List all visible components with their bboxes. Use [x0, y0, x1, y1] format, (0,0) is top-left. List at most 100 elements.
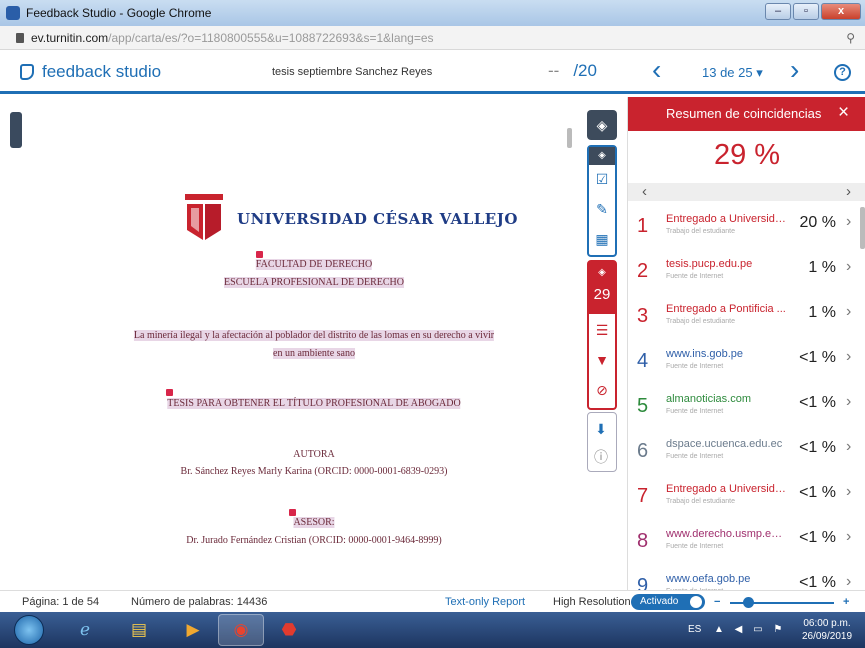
match-source-type: Fuente de Internet — [666, 408, 724, 415]
zoom-slider-handle[interactable] — [743, 597, 754, 608]
similarity-layer-button[interactable]: ◈ 29 — [589, 262, 615, 314]
magnifier-icon[interactable]: ⚲ — [846, 31, 855, 45]
minimize-button[interactable]: – — [765, 3, 791, 20]
window-controls: – ▫ x — [765, 3, 861, 20]
expand-match-chevron-icon[interactable]: › — [846, 348, 851, 366]
match-row[interactable]: 6 dspace.ucuenca.edu.ec Fuente de Internet… — [628, 432, 865, 477]
match-marker[interactable] — [289, 509, 296, 516]
advisor-label: ASESOR: — [293, 517, 335, 528]
author-line: Br. Sánchez Reyes Marly Karina (ORCID: 0… — [180, 466, 448, 477]
side-panel-handle[interactable] — [10, 112, 22, 148]
document-scrollbar[interactable] — [567, 128, 572, 148]
match-source[interactable]: almanoticias.com — [666, 393, 786, 405]
thesis-title-line1: La minería ilegal y la afectación al pob… — [133, 330, 495, 341]
match-marker[interactable] — [166, 389, 173, 396]
match-source[interactable]: www.oefa.gob.pe — [666, 573, 786, 585]
clock[interactable]: 06:00 p.m. 26/09/2019 — [796, 617, 858, 643]
match-percent: <1 % — [799, 439, 836, 456]
expand-match-chevron-icon[interactable]: › — [846, 303, 851, 321]
address-bar[interactable]: ev.turnitin.com /app/carta/es/?o=1180800… — [0, 26, 865, 50]
match-source[interactable]: Entregado a Universida... — [666, 213, 786, 225]
layers-icon: ◈ — [589, 147, 615, 165]
chrome-icon[interactable]: ◉ — [218, 614, 264, 646]
info-icon[interactable]: ⓘ — [588, 445, 614, 469]
maximize-button[interactable]: ▫ — [793, 3, 819, 20]
language-indicator[interactable]: ES — [688, 624, 701, 635]
media-player-icon[interactable]: ▶ — [170, 614, 216, 646]
match-source[interactable]: Entregado a Pontificia ... — [666, 303, 786, 315]
panel-header: Resumen de coincidencias × — [628, 97, 865, 131]
expand-match-chevron-icon[interactable]: › — [846, 483, 851, 501]
high-resolution-toggle[interactable]: Activado — [631, 594, 705, 610]
match-percent: <1 % — [799, 529, 836, 546]
all-sources-icon[interactable]: ☰ — [589, 318, 615, 342]
match-source[interactable]: Entregado a Universida... — [666, 483, 786, 495]
status-bar: Página: 1 de 54 Número de palabras: 1443… — [0, 590, 865, 612]
feedback-studio-logo: feedback studio — [20, 62, 161, 82]
close-panel-icon[interactable]: × — [838, 102, 849, 124]
pdf-reader-icon[interactable]: ⬣ — [266, 614, 312, 646]
tray-icons[interactable]: ▲ ◀ ▭ ⚑ — [714, 624, 786, 635]
file-explorer-icon[interactable]: ▤ — [116, 614, 162, 646]
match-source[interactable]: dspace.ucuenca.edu.ec — [666, 438, 786, 450]
next-match-chevron-icon[interactable]: › — [846, 183, 851, 200]
degree-line: TESIS PARA OBTENER EL TÍTULO PROFESIONAL… — [167, 398, 461, 409]
thesis-title-line2: en un ambiente sano — [273, 348, 355, 359]
previous-paper-chevron-icon[interactable]: ‹ — [652, 56, 661, 84]
zoom-in-icon[interactable]: + — [843, 596, 849, 608]
filter-icon[interactable]: ▼ — [589, 348, 615, 372]
match-number: 2 — [637, 260, 649, 282]
match-row[interactable]: 9www.oefa.gob.peFuente de Internet<1 %› — [628, 567, 865, 590]
panel-nav: ‹ › — [628, 183, 865, 201]
download-info-group: ⬇ ⓘ — [587, 412, 617, 472]
text-only-report-link[interactable]: Text-only Report — [445, 596, 525, 608]
paper-counter-dropdown[interactable]: 13 de 25 ▾ — [702, 65, 763, 81]
match-source-type: Fuente de Internet — [666, 273, 724, 280]
zoom-out-icon[interactable]: − — [714, 596, 720, 608]
match-row[interactable]: 3 Entregado a Pontificia ... Trabajo del e… — [628, 297, 865, 342]
url-host: ev.turnitin.com — [31, 30, 109, 45]
match-percent: <1 % — [799, 574, 836, 590]
previous-match-chevron-icon[interactable]: ‹ — [642, 183, 647, 200]
match-row[interactable]: 4 www.ins.gob.pe Fuente de Internet <1 % › — [628, 342, 865, 387]
expand-match-chevron-icon[interactable]: › — [846, 258, 851, 276]
layers-button[interactable]: ◈ — [587, 110, 617, 140]
degree-text: TESIS PARA OBTENER EL TÍTULO PROFESIONAL… — [167, 398, 461, 409]
match-percent: <1 % — [799, 349, 836, 366]
match-row[interactable]: 8 www.derecho.usmp.ed... Fuente de Interne… — [628, 522, 865, 567]
internet-explorer-icon[interactable]: ℯ — [62, 614, 108, 646]
grade-display[interactable]: -- /20 — [548, 61, 597, 81]
match-source[interactable]: www.derecho.usmp.ed... — [666, 528, 786, 540]
expand-match-chevron-icon[interactable]: › — [846, 393, 851, 411]
match-source-type: Fuente de Internet — [666, 363, 724, 370]
expand-match-chevron-icon[interactable]: › — [846, 573, 851, 590]
rubric-grid-icon[interactable]: ▦ — [589, 227, 615, 251]
match-marker[interactable] — [256, 251, 263, 258]
expand-match-chevron-icon[interactable]: › — [846, 213, 851, 231]
match-percent: <1 % — [799, 394, 836, 411]
grade-value[interactable]: -- — [548, 61, 559, 80]
university-logo — [185, 194, 223, 240]
match-row[interactable]: 2 tesis.pucp.edu.pe Fuente de Internet 1 % › — [628, 252, 865, 297]
next-paper-chevron-icon[interactable]: › — [790, 56, 799, 84]
match-row[interactable]: 1 Entregado a Universida... Trabajo del es… — [628, 207, 865, 252]
faculty-text: FACULTAD DE DERECHO — [255, 259, 373, 270]
university-name: UNIVERSIDAD CÉSAR VALLEJO — [237, 210, 518, 228]
match-row[interactable]: 5 almanoticias.com Fuente de Internet <1 % › — [628, 387, 865, 432]
document-viewer[interactable]: UNIVERSIDAD CÉSAR VALLEJO FACULTAD DE DE… — [0, 97, 580, 590]
expand-match-chevron-icon[interactable]: › — [846, 528, 851, 546]
feedback-studio-app-icon — [6, 6, 20, 20]
match-source[interactable]: www.ins.gob.pe — [666, 348, 786, 360]
exclude-icon[interactable]: ⊘ — [589, 378, 615, 402]
match-row[interactable]: 7 Entregado a Universida... Trabajo del es… — [628, 477, 865, 522]
help-icon[interactable]: ? — [834, 64, 851, 81]
match-number: 9 — [637, 575, 649, 590]
edit-comment-icon[interactable]: ✎ — [589, 197, 615, 221]
start-button[interactable] — [14, 615, 44, 645]
close-window-button[interactable]: x — [821, 3, 861, 20]
download-icon[interactable]: ⬇ — [588, 417, 614, 441]
checkbox-icon[interactable]: ☑ — [589, 167, 615, 191]
match-percent: 20 % — [799, 214, 836, 231]
match-source[interactable]: tesis.pucp.edu.pe — [666, 258, 786, 270]
expand-match-chevron-icon[interactable]: › — [846, 438, 851, 456]
